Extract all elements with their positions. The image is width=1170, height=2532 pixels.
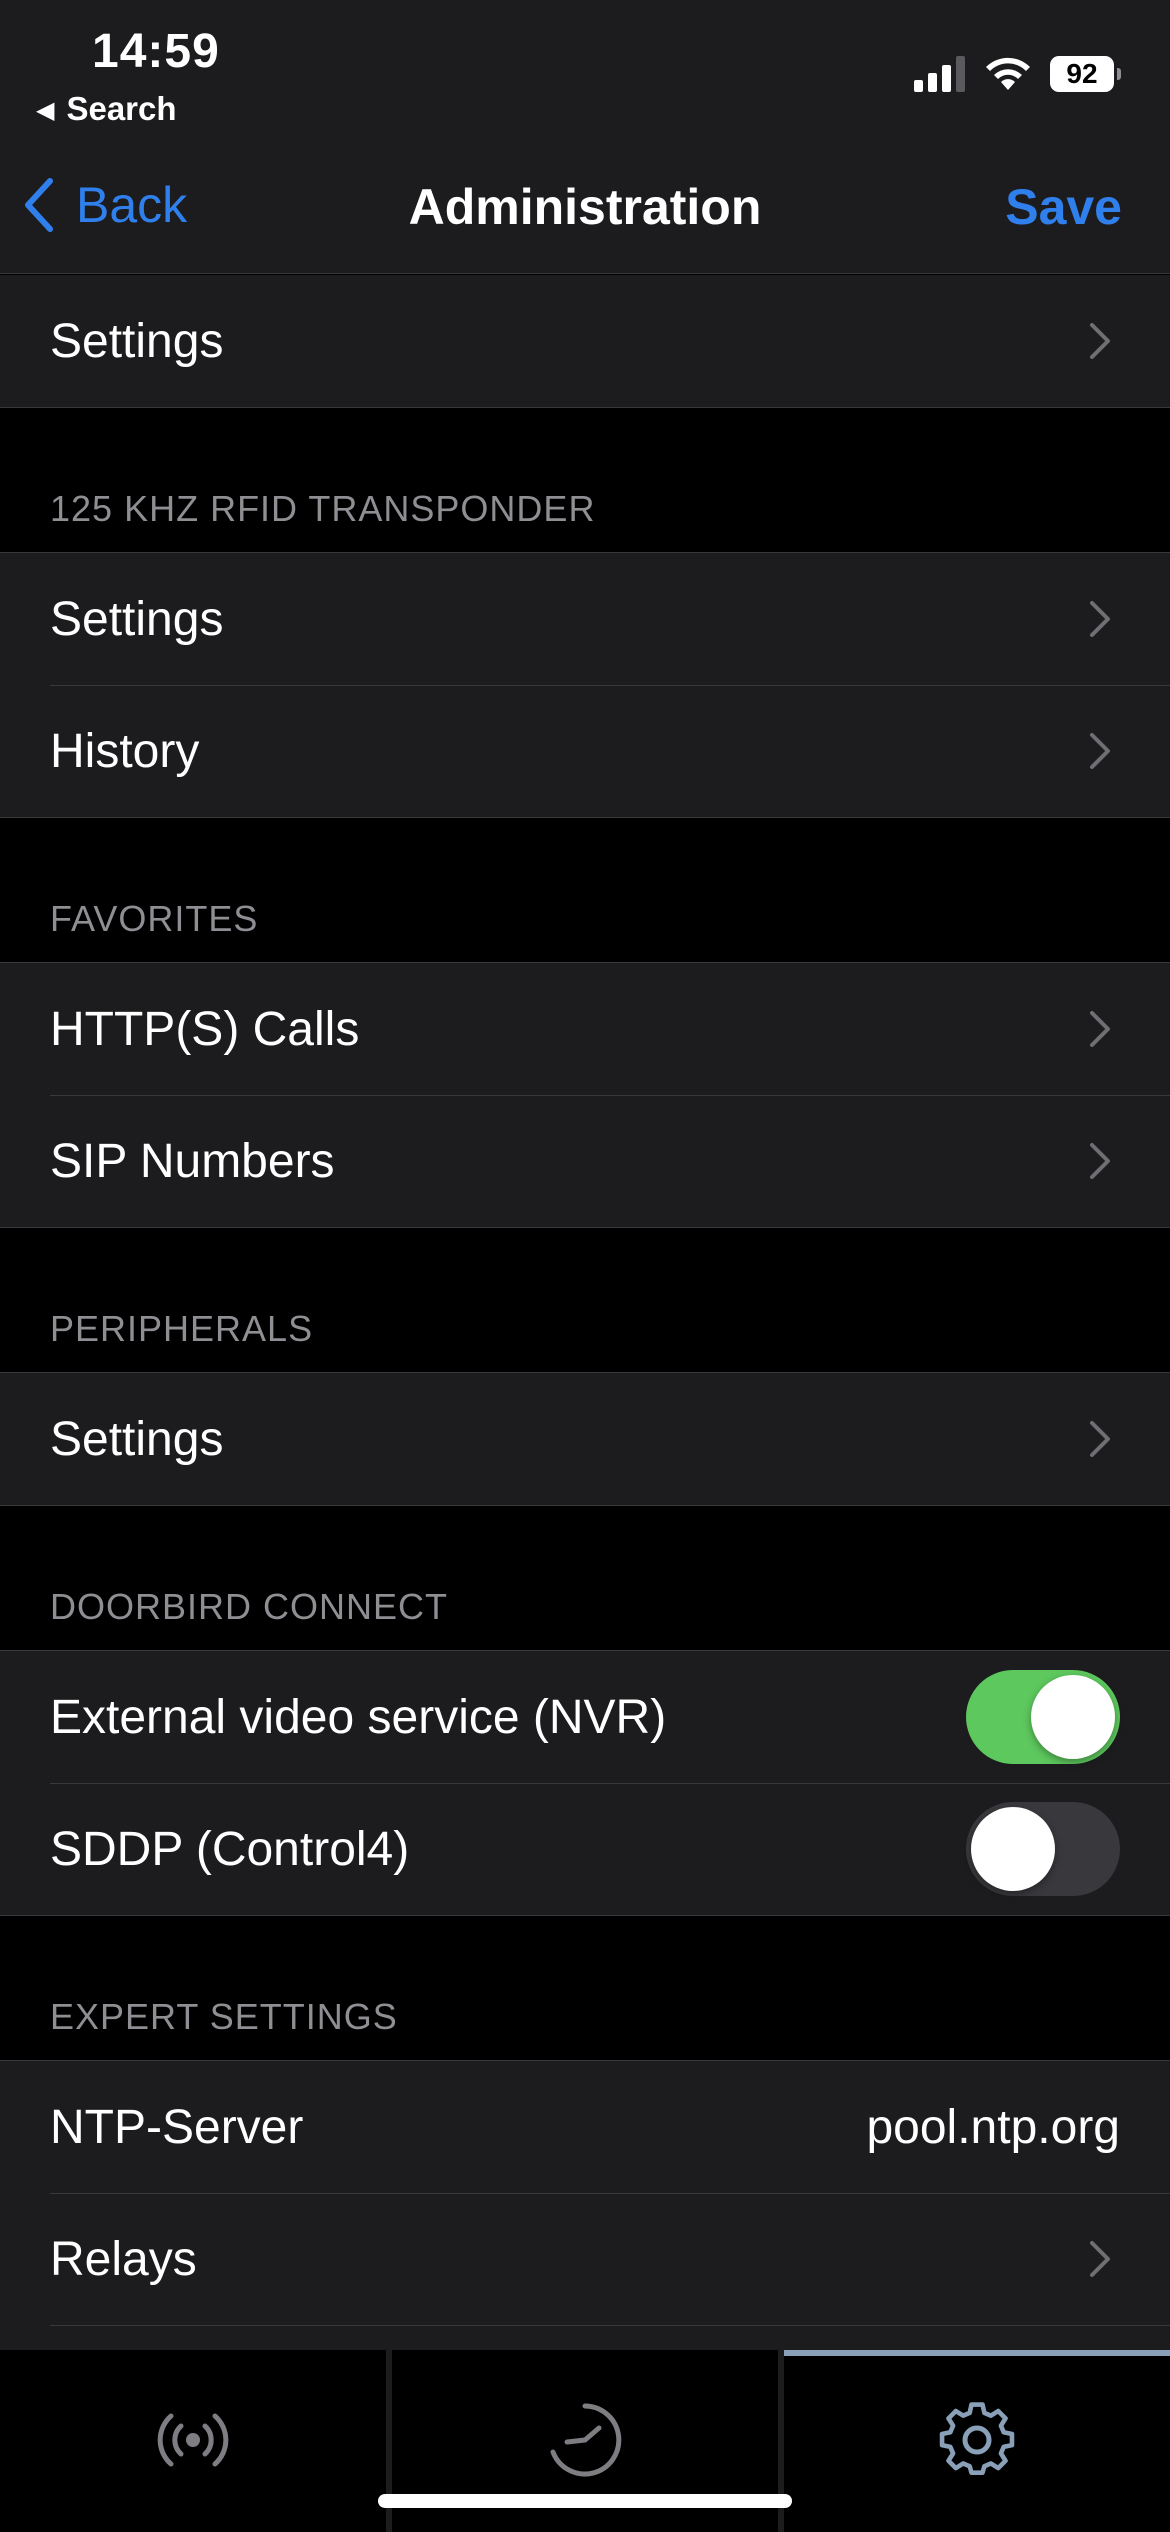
- list-item-label: Settings: [50, 592, 224, 646]
- chevron-right-icon: [1090, 2241, 1110, 2277]
- list-item-label: SDDP (Control4): [50, 1822, 410, 1876]
- status-icons: 92: [914, 52, 1121, 96]
- page-title: Administration: [408, 179, 762, 235]
- list-item-sddp: SDDP (Control4): [0, 1783, 1170, 1915]
- section-header-favorites: FAVORITES: [50, 898, 259, 939]
- list-item-ntp-server[interactable]: NTP-Server pool.ntp.org: [0, 2061, 1170, 2193]
- top-group: Settings: [0, 275, 1170, 408]
- list-item-rfid-history[interactable]: History: [0, 685, 1170, 817]
- chevron-right-icon: [1090, 323, 1110, 359]
- battery-level: 92: [1066, 58, 1098, 89]
- peripherals-group: Settings: [0, 1372, 1170, 1506]
- screen: 14:59 ◀ Search 92 Back Administration Sa…: [0, 0, 1170, 2532]
- broadcast-icon: [157, 2413, 229, 2467]
- tab-settings[interactable]: [778, 2350, 1170, 2532]
- status-time: 14:59: [92, 25, 220, 78]
- back-to-app-link[interactable]: ◀ Search: [36, 90, 177, 128]
- list-item-label: HTTP(S) Calls: [50, 1002, 360, 1056]
- expert-settings-group: NTP-Server pool.ntp.org Relays: [0, 2060, 1170, 2350]
- chevron-right-icon: [1090, 1011, 1110, 1047]
- tab-live[interactable]: [0, 2350, 386, 2532]
- list-item-label: External video service (NVR): [50, 1690, 667, 1744]
- back-to-app-label: Search: [66, 90, 177, 127]
- gear-icon: [939, 2402, 1015, 2475]
- chevron-right-icon: [1090, 733, 1110, 769]
- list-item-label: Settings: [50, 314, 224, 368]
- navigation-bar: Back Administration Save: [0, 140, 1170, 274]
- back-triangle-icon: ◀: [36, 97, 55, 124]
- status-bar: 14:59 ◀ Search 92: [0, 0, 1170, 140]
- list-item-rfid-settings[interactable]: Settings: [0, 553, 1170, 685]
- list-item-label: SIP Numbers: [50, 1134, 335, 1188]
- list-item-label: History: [50, 724, 200, 778]
- ntp-server-value: pool.ntp.org: [866, 2100, 1120, 2154]
- section-header-rfid: 125 KHZ RFID TRANSPONDER: [50, 488, 596, 529]
- cellular-signal-icon: [914, 56, 965, 92]
- list-item-partial[interactable]: [0, 2325, 1170, 2350]
- list-item-settings[interactable]: Settings: [0, 275, 1170, 407]
- section-header-doorbird-connect: DOORBIRD CONNECT: [50, 1586, 449, 1627]
- favorites-group: HTTP(S) Calls SIP Numbers: [0, 962, 1170, 1228]
- list-item-label: Settings: [50, 1412, 224, 1466]
- history-clock-icon: [550, 2403, 622, 2477]
- battery-icon: 92: [1050, 56, 1121, 92]
- nvr-toggle[interactable]: [966, 1670, 1120, 1764]
- list-item-label: NTP-Server: [50, 2100, 304, 2154]
- toggle-knob: [971, 1807, 1055, 1891]
- chevron-right-icon: [1090, 1421, 1110, 1457]
- section-header-expert-settings: EXPERT SETTINGS: [50, 1996, 398, 2037]
- list-item-relays[interactable]: Relays: [0, 2193, 1170, 2325]
- chevron-right-icon: [1090, 601, 1110, 637]
- home-indicator: [378, 2494, 792, 2508]
- list-item-peripherals-settings[interactable]: Settings: [0, 1373, 1170, 1505]
- chevron-right-icon: [1090, 1143, 1110, 1179]
- list-item-http-calls[interactable]: HTTP(S) Calls: [0, 963, 1170, 1095]
- settings-list[interactable]: Settings 125 KHZ RFID TRANSPONDER Settin…: [0, 275, 1170, 2350]
- list-item-sip-numbers[interactable]: SIP Numbers: [0, 1095, 1170, 1227]
- wifi-icon: [986, 57, 1030, 90]
- sddp-toggle[interactable]: [966, 1802, 1120, 1896]
- list-item-nvr: External video service (NVR): [0, 1651, 1170, 1783]
- toggle-knob: [1031, 1675, 1115, 1759]
- section-header-peripherals: PERIPHERALS: [50, 1308, 314, 1349]
- list-item-label: Relays: [50, 2232, 197, 2286]
- save-button[interactable]: Save: [1005, 178, 1122, 236]
- rfid-group: Settings History: [0, 552, 1170, 818]
- doorbird-connect-group: External video service (NVR) SDDP (Contr…: [0, 1650, 1170, 1916]
